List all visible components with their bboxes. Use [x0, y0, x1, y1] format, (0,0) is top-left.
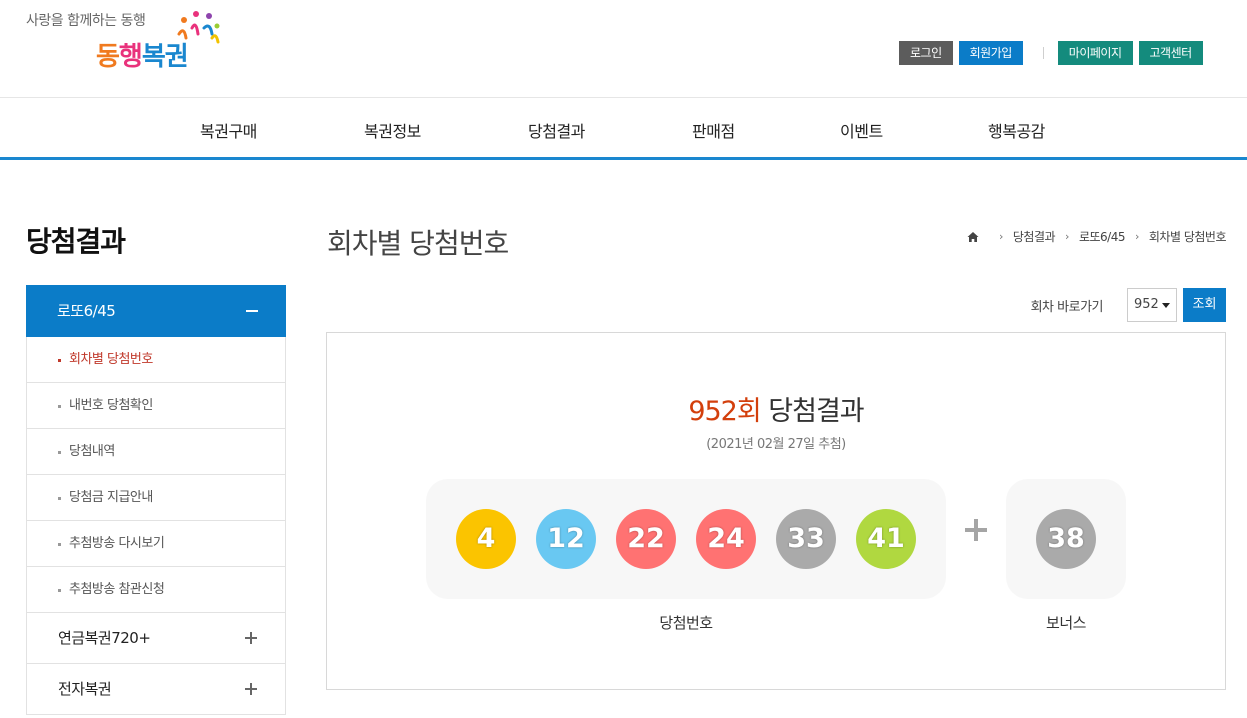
logo-people-icon: [177, 11, 220, 44]
result-title: 952회 당첨결과: [327, 389, 1225, 428]
result-title-suffix: 당첨결과: [760, 396, 864, 427]
gnb-item-results[interactable]: 당첨결과: [528, 118, 585, 142]
search-button[interactable]: 조회: [1183, 288, 1226, 322]
sidebar-item-round-numbers[interactable]: 회차별 당첨번호: [27, 337, 285, 383]
bonus-number-group: 38: [1006, 479, 1126, 599]
breadcrumb-item[interactable]: 로또6/45: [1079, 228, 1126, 245]
winning-numbers-caption: 당첨번호: [659, 614, 713, 632]
round-search-label: 회차 바로가기: [1030, 299, 1104, 315]
gnb-item-events[interactable]: 이벤트: [840, 118, 883, 142]
gnb-item-stores[interactable]: 판매점: [692, 118, 735, 142]
bonus-caption: 보너스: [1046, 614, 1086, 632]
utility-divider: [1042, 47, 1044, 59]
chevron-right-icon: ›: [1065, 230, 1069, 243]
lotto-ball: 24: [696, 509, 756, 569]
plus-icon: [965, 519, 987, 541]
utility-nav: 로그인 회원가입 마이페이지 고객센터: [893, 41, 1203, 65]
sidebar-group-label: 로또6/45: [57, 302, 116, 320]
gnb-item-happiness[interactable]: 행복공감: [988, 118, 1045, 142]
gnb-item-info[interactable]: 복권정보: [364, 118, 421, 142]
mypage-button[interactable]: 마이페이지: [1057, 41, 1133, 65]
sidebar-group-label: 전자복권: [58, 680, 112, 698]
expand-icon[interactable]: [245, 683, 257, 695]
lotto-ball: 33: [776, 509, 836, 569]
chevron-right-icon: ›: [1134, 230, 1139, 243]
breadcrumb-item-current: 회차별 당첨번호: [1148, 230, 1227, 244]
lotto-ball: 12: [536, 509, 596, 569]
breadcrumb-item[interactable]: 당첨결과: [1013, 228, 1056, 245]
sidebar-group-electronic[interactable]: 전자복권: [26, 664, 286, 715]
main-navigation: 복권구매 복권정보 당첨결과 판매점 이벤트 행복공감: [0, 98, 1247, 160]
expand-icon[interactable]: [245, 632, 257, 644]
breadcrumb: › 당첨결과 › 로또6/45 › 회차별 당첨번호: [967, 228, 1227, 245]
sidebar-menu: 로또6/45 회차별 당첨번호 내번호 당첨확인 당첨내역 당첨금 지급안내 추…: [26, 285, 286, 715]
logo-brand-name: 동행복권: [96, 42, 189, 72]
sidebar-group-label: 연금복권720+: [58, 629, 151, 647]
draw-date: (2021년 02월 27일 추첨): [706, 437, 846, 452]
collapse-icon[interactable]: [246, 310, 258, 312]
sidebar-title: 당첨결과: [26, 225, 126, 258]
round-select-value: 952: [1134, 297, 1159, 312]
lotto-ball: 41: [856, 509, 916, 569]
chevron-right-icon: ›: [998, 230, 1003, 243]
winning-result-panel: 952회 당첨결과 (2021년 02월 27일 추첨) 4 12 22 24 …: [326, 332, 1226, 690]
sidebar-group-pension720[interactable]: 연금복권720+: [26, 613, 286, 664]
sidebar-item-draw-replay[interactable]: 추첨방송 다시보기: [27, 521, 285, 567]
round-select[interactable]: 952: [1127, 288, 1177, 322]
sidebar-item-win-history[interactable]: 당첨내역: [27, 429, 285, 475]
home-icon[interactable]: [967, 231, 979, 243]
round-number: 952회: [688, 396, 761, 427]
site-header: 사랑을 함께하는 동행 동행복권 로그인 회원가입 마이페이지 고객센터: [0, 0, 1247, 98]
caret-down-icon: [1162, 303, 1170, 308]
signup-button[interactable]: 회원가입: [958, 41, 1023, 65]
winning-numbers-group: 4 12 22 24 33 41: [426, 479, 946, 599]
sidebar-submenu: 회차별 당첨번호 내번호 당첨확인 당첨내역 당첨금 지급안내 추첨방송 다시보…: [26, 337, 286, 613]
site-logo[interactable]: 사랑을 함께하는 동행 동행복권: [26, 8, 226, 78]
sidebar-item-prize-payment[interactable]: 당첨금 지급안내: [27, 475, 285, 521]
login-button[interactable]: 로그인: [899, 41, 953, 65]
round-search: 회차 바로가기 952 조회: [1031, 288, 1226, 322]
support-button[interactable]: 고객센터: [1138, 41, 1203, 65]
sidebar-group-lotto645[interactable]: 로또6/45: [26, 285, 286, 337]
lotto-ball: 4: [456, 509, 516, 569]
sidebar-item-draw-visit[interactable]: 추첨방송 참관신청: [27, 567, 285, 613]
gnb-item-purchase[interactable]: 복권구매: [200, 118, 257, 142]
bonus-ball: 38: [1036, 509, 1096, 569]
page-title: 회차별 당첨번호: [327, 227, 509, 260]
logo-tagline: 사랑을 함께하는 동행: [26, 13, 146, 29]
sidebar-item-my-number-check[interactable]: 내번호 당첨확인: [27, 383, 285, 429]
lotto-ball: 22: [616, 509, 676, 569]
